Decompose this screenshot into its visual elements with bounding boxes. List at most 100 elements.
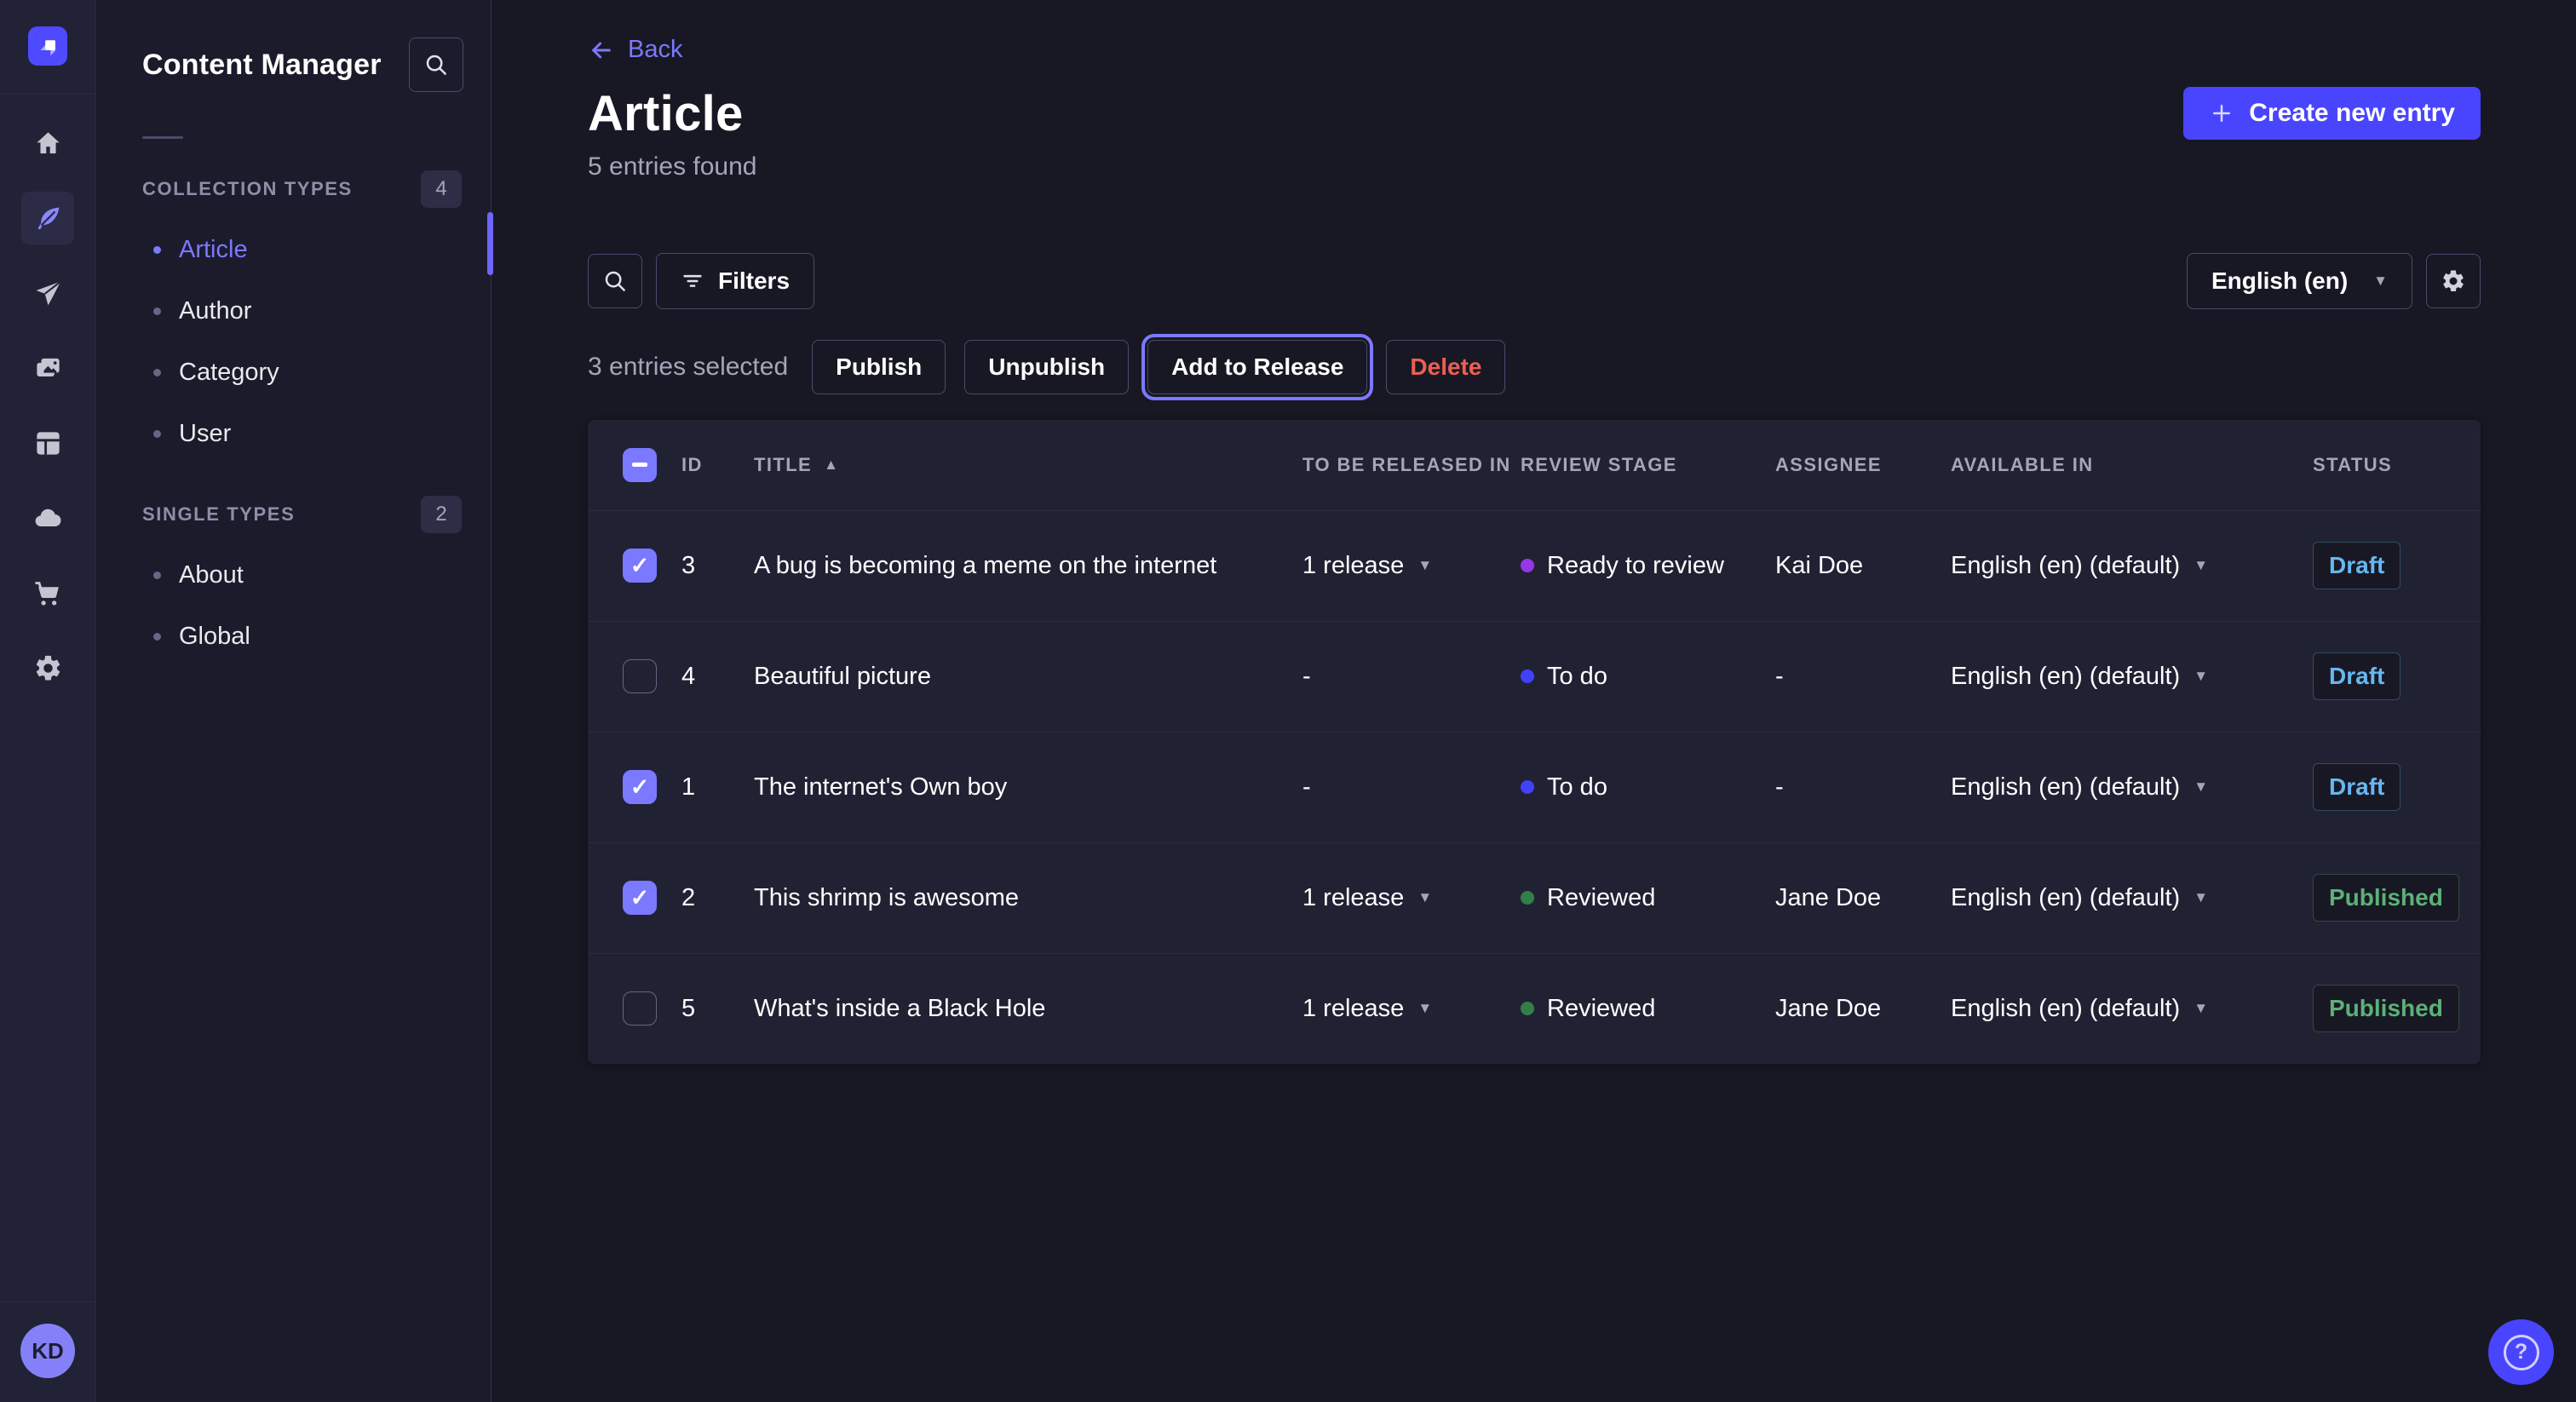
filters-button[interactable]: Filters xyxy=(656,253,814,309)
rail-item-content-manager[interactable] xyxy=(21,192,74,244)
subnav-item-category[interactable]: Category xyxy=(97,342,491,403)
status-badge: Draft xyxy=(2313,652,2401,700)
table-row[interactable]: 5 What's inside a Black Hole 1 release▼ … xyxy=(588,953,2481,1064)
subnav-item-user[interactable]: User xyxy=(97,403,491,464)
cell-id: 4 xyxy=(673,663,745,691)
chevron-down-icon: ▼ xyxy=(2194,779,2208,796)
strapi-logo[interactable] xyxy=(28,26,67,66)
subnav-item-label: User xyxy=(179,420,231,448)
chevron-down-icon: ▼ xyxy=(1417,889,1432,906)
row-checkbox[interactable] xyxy=(623,549,657,583)
cell-release[interactable]: 1 release▼ xyxy=(1294,995,1512,1023)
cell-available-in[interactable]: English (en) (default)▼ xyxy=(1942,773,2304,802)
help-button[interactable]: ? xyxy=(2488,1319,2554,1385)
filter-icon xyxy=(681,269,704,293)
cell-title: The internet's Own boy xyxy=(745,773,1294,802)
cell-review-stage: Reviewed xyxy=(1512,884,1767,912)
view-settings-button[interactable] xyxy=(2426,254,2481,308)
publish-button[interactable]: Publish xyxy=(812,340,946,394)
release-value: - xyxy=(1302,773,1311,802)
bullet-icon xyxy=(153,572,161,579)
cell-available-in[interactable]: English (en) (default)▼ xyxy=(1942,995,2304,1023)
collection-types-label: COLLECTION TYPES xyxy=(142,178,353,200)
add-to-release-button[interactable]: Add to Release xyxy=(1147,340,1367,394)
rail-item-releases[interactable] xyxy=(21,267,74,319)
cell-assignee: - xyxy=(1767,773,1942,802)
subnav-title: Content Manager xyxy=(142,49,382,82)
column-header-available-in: AVAILABLE IN xyxy=(1942,454,2304,476)
cell-available-in[interactable]: English (en) (default)▼ xyxy=(1942,663,2304,691)
stage-label: Ready to review xyxy=(1547,552,1724,580)
chevron-down-icon: ▼ xyxy=(2194,889,2208,906)
single-types-section: SINGLE TYPES 2 About Global xyxy=(97,495,491,667)
bullet-icon xyxy=(153,307,161,315)
table-row[interactable]: 3 A bug is becoming a meme on the intern… xyxy=(588,510,2481,621)
cell-release[interactable]: 1 release▼ xyxy=(1294,552,1512,580)
cell-release[interactable]: -▼ xyxy=(1294,663,1512,691)
select-all-checkbox[interactable] xyxy=(623,448,657,482)
cell-available-in[interactable]: English (en) (default)▼ xyxy=(1942,552,2304,580)
collection-types-section: COLLECTION TYPES 4 Article Author Catego… xyxy=(97,170,491,464)
subnav-item-global[interactable]: Global xyxy=(97,606,491,667)
stage-dot-icon xyxy=(1521,669,1534,683)
single-types-count-badge: 2 xyxy=(421,496,462,533)
rail-bottom-divider xyxy=(0,1301,95,1302)
locale-label: English (en) (default) xyxy=(1951,663,2180,691)
list-search-button[interactable] xyxy=(588,254,642,308)
column-header-id: ID xyxy=(673,454,745,476)
home-icon xyxy=(33,129,63,158)
row-checkbox[interactable] xyxy=(623,881,657,915)
shopping-cart-icon xyxy=(33,578,63,608)
unpublish-button[interactable]: Unpublish xyxy=(964,340,1129,394)
entries-table: ID TITLE ▲ TO BE RELEASED IN REVIEW STAG… xyxy=(588,420,2481,1064)
column-header-release: TO BE RELEASED IN xyxy=(1294,454,1512,476)
subnav-search-button[interactable] xyxy=(409,37,463,92)
back-link[interactable]: Back xyxy=(588,36,682,64)
rail-divider xyxy=(0,94,95,95)
cell-release[interactable]: 1 release▼ xyxy=(1294,884,1512,912)
row-checkbox[interactable] xyxy=(623,991,657,1026)
gear-icon xyxy=(33,653,63,683)
main-content: Back Article Create new entry 5 entries … xyxy=(492,0,2576,1402)
rail-item-settings[interactable] xyxy=(21,641,74,694)
sort-ascending-icon[interactable]: ▲ xyxy=(824,457,839,474)
cell-release[interactable]: -▼ xyxy=(1294,773,1512,802)
stage-dot-icon xyxy=(1521,559,1534,572)
table-row[interactable]: 4 Beautiful picture -▼ To do - English (… xyxy=(588,621,2481,732)
single-types-label: SINGLE TYPES xyxy=(142,503,295,526)
table-row[interactable]: 2 This shrimp is awesome 1 release▼ Revi… xyxy=(588,842,2481,953)
chevron-down-icon: ▼ xyxy=(2373,273,2388,290)
table-row[interactable]: 1 The internet's Own boy -▼ To do - Engl… xyxy=(588,732,2481,842)
cell-id: 3 xyxy=(673,552,745,580)
subnav-item-label: Author xyxy=(179,297,251,325)
rail-item-content-type-builder[interactable] xyxy=(21,417,74,469)
main-nav-rail: KD xyxy=(0,0,96,1402)
column-header-status: STATUS xyxy=(2304,454,2481,476)
create-new-entry-button[interactable]: Create new entry xyxy=(2183,87,2481,140)
row-checkbox[interactable] xyxy=(623,659,657,693)
question-mark-icon: ? xyxy=(2504,1335,2539,1370)
rail-item-marketplace[interactable] xyxy=(21,566,74,619)
rail-item-home[interactable] xyxy=(21,117,74,170)
subnav-item-article[interactable]: Article xyxy=(97,219,491,280)
row-checkbox[interactable] xyxy=(623,770,657,804)
rail-item-cloud[interactable] xyxy=(21,491,74,544)
cloud-icon xyxy=(33,503,63,533)
back-label: Back xyxy=(628,36,682,64)
column-header-title-label: TITLE xyxy=(754,454,812,476)
cell-available-in[interactable]: English (en) (default)▼ xyxy=(1942,884,2304,912)
create-new-entry-label: Create new entry xyxy=(2249,99,2455,128)
column-header-title[interactable]: TITLE ▲ xyxy=(745,454,1294,476)
subnav-item-about[interactable]: About xyxy=(97,544,491,606)
rail-item-media-library[interactable] xyxy=(21,342,74,394)
stage-dot-icon xyxy=(1521,1002,1534,1015)
bullet-icon xyxy=(153,430,161,438)
cell-assignee: Jane Doe xyxy=(1767,995,1942,1023)
stage-label: To do xyxy=(1547,663,1607,691)
locale-select[interactable]: English (en) ▼ xyxy=(2187,253,2412,309)
subnav-item-author[interactable]: Author xyxy=(97,280,491,342)
delete-button[interactable]: Delete xyxy=(1386,340,1505,394)
stage-label: To do xyxy=(1547,773,1607,802)
user-avatar[interactable]: KD xyxy=(20,1324,75,1378)
cell-title: What's inside a Black Hole xyxy=(745,995,1294,1023)
